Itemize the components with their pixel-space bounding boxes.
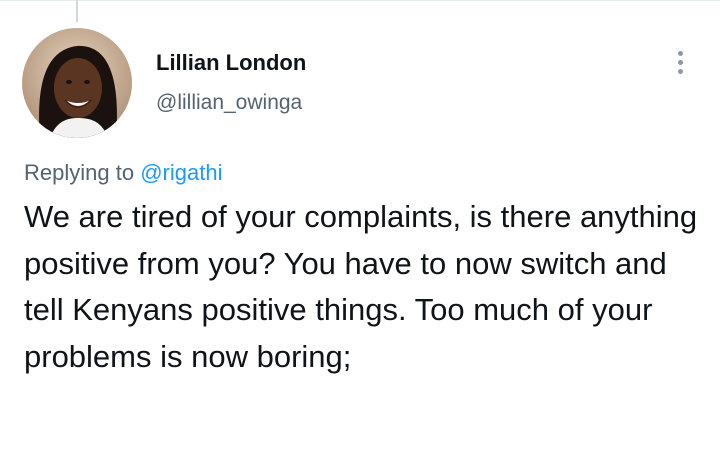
- top-divider: [0, 0, 720, 1]
- thread-connector-line: [76, 0, 78, 22]
- replying-to-line: Replying to @rigathi: [24, 159, 222, 187]
- avatar[interactable]: [22, 28, 132, 138]
- avatar-photo: [22, 28, 132, 138]
- more-vertical-icon-dot: [677, 59, 683, 65]
- replying-prefix: Replying to: [24, 160, 135, 185]
- more-vertical-icon-dot: [677, 68, 683, 74]
- tweet-text: We are tired of your complaints, is ther…: [24, 199, 698, 374]
- author-display-name[interactable]: Lillian London: [156, 50, 306, 76]
- author-block: Lillian London @lillian_owinga: [156, 50, 306, 116]
- replying-to-mention-link[interactable]: @rigathi: [140, 160, 222, 185]
- more-vertical-icon: [677, 50, 683, 56]
- author-handle[interactable]: @lillian_owinga: [156, 90, 306, 116]
- more-options-button[interactable]: [664, 44, 696, 80]
